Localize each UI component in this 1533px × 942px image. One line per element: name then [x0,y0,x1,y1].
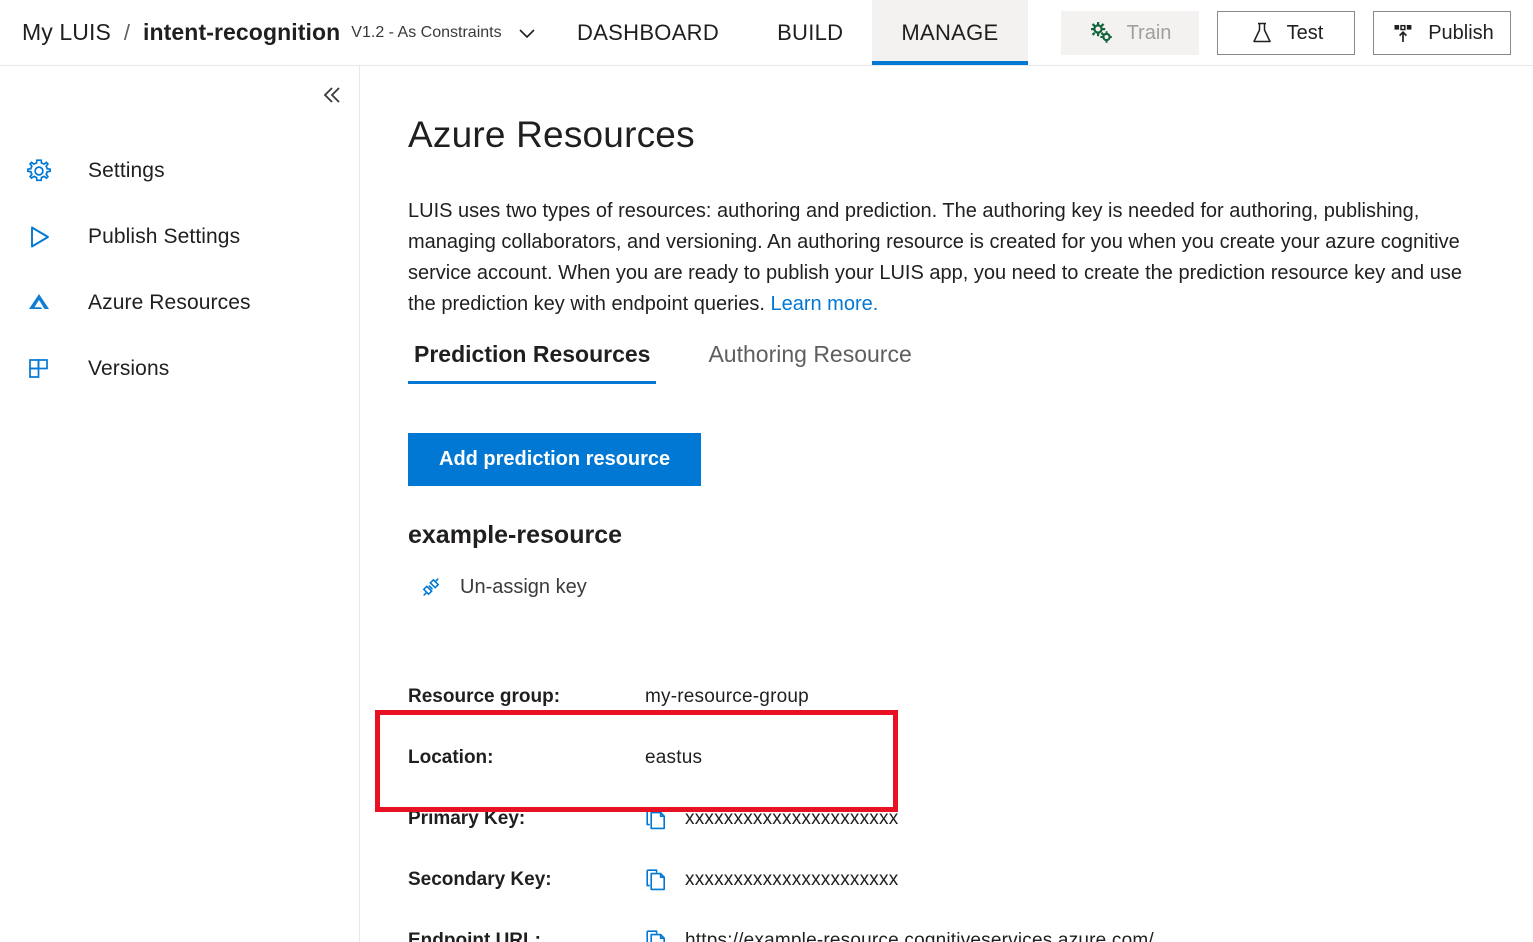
unassign-key-button[interactable]: Un-assign key [419,574,587,600]
sidebar-item-azure-resources[interactable]: Azure Resources [0,270,359,336]
detail-value: xxxxxxxxxxxxxxxxxxxxxx [645,867,898,893]
detail-value: eastus [645,747,702,769]
detail-row-resource-group: Resource group: my-resource-group [408,666,1408,727]
publish-upload-icon [1390,20,1416,46]
sidebar: Settings Publish Settings Azure Resource… [0,66,360,942]
detail-value: https://example-resource.cognitiveservic… [645,928,1154,942]
main-content: Azure Resources LUIS uses two types of r… [361,66,1533,942]
breadcrumb-root-link[interactable]: My LUIS [22,19,111,46]
copy-icon[interactable] [645,928,669,942]
gears-icon [1089,20,1115,46]
tab-dashboard[interactable]: DASHBOARD [548,0,748,65]
copy-icon[interactable] [645,867,669,893]
detail-label: Resource group: [408,685,561,707]
detail-row-location: Location: eastus [408,727,1408,788]
sidebar-item-label: Azure Resources [88,291,251,314]
resource-details-table: Resource group: my-resource-group Locati… [408,666,1408,942]
sidebar-item-label: Versions [88,357,170,380]
tab-build[interactable]: BUILD [748,0,872,65]
tab-prediction-resources[interactable]: Prediction Resources [408,340,657,384]
grid-panes-icon [24,354,54,384]
breadcrumb-app-name[interactable]: intent-recognition [143,19,340,46]
page-description-text: LUIS uses two types of resources: author… [408,200,1462,315]
train-button[interactable]: Train [1061,11,1199,55]
train-button-label: Train [1126,21,1172,44]
detail-value: xxxxxxxxxxxxxxxxxxxxxx [645,806,898,832]
detail-row-secondary-key: Secondary Key: xxxxxxxxxxxxxxxxxxxxxx [408,849,1408,910]
detail-row-endpoint-url: Endpoint URL: https://example-resource.c… [408,910,1408,942]
test-button-label: Test [1286,21,1324,44]
app-header: My LUIS / intent-recognition V1.2 - As C… [0,0,1533,66]
sidebar-nav: Settings Publish Settings Azure Resource… [0,138,359,402]
sidebar-item-settings[interactable]: Settings [0,138,359,204]
play-triangle-icon [24,222,54,252]
page-title: Azure Resources [408,114,695,155]
detail-label: Endpoint URL: [408,929,541,942]
detail-value-text: https://example-resource.cognitiveservic… [685,929,1154,942]
chevron-down-icon[interactable] [516,22,538,44]
gear-icon [24,156,54,186]
breadcrumb-separator: / [123,19,131,45]
sidebar-item-label: Settings [88,159,165,182]
flask-icon [1249,20,1275,46]
detail-value-text: xxxxxxxxxxxxxxxxxxxxxx [685,868,899,890]
detail-label: Secondary Key: [408,868,552,890]
sidebar-item-label: Publish Settings [88,225,241,248]
page-description: LUIS uses two types of resources: author… [408,196,1481,320]
tab-manage[interactable]: MANAGE [872,0,1028,65]
resource-name-heading: example-resource [408,521,623,549]
detail-value-text: eastus [645,746,703,768]
app-version-label: V1.2 - As Constraints [351,23,502,41]
learn-more-link[interactable]: Learn more. [770,293,878,315]
sidebar-item-publish-settings[interactable]: Publish Settings [0,204,359,270]
publish-button[interactable]: Publish [1373,11,1511,55]
header-actions: Train Test Publish [1061,11,1511,55]
detail-row-primary-key: Primary Key: xxxxxxxxxxxxxxxxxxxxxx [408,788,1408,849]
test-button[interactable]: Test [1217,11,1355,55]
tab-authoring-resource[interactable]: Authoring Resource [702,340,917,384]
detail-label: Primary Key: [408,807,526,829]
main-tab-bar: DASHBOARD BUILD MANAGE [548,0,1028,65]
unassign-key-label: Un-assign key [460,575,587,598]
detail-label: Location: [408,746,494,768]
add-prediction-resource-button[interactable]: Add prediction resource [408,433,702,486]
sidebar-item-versions[interactable]: Versions [0,336,359,402]
chevron-double-left-icon[interactable] [315,78,349,112]
detail-value: my-resource-group [645,686,809,708]
azure-logo-icon [24,288,54,318]
resource-tab-bar: Prediction Resources Authoring Resource [408,340,918,384]
detail-value-text: xxxxxxxxxxxxxxxxxxxxxx [685,807,899,829]
copy-icon[interactable] [645,806,669,832]
unplug-icon [419,574,443,600]
detail-value-text: my-resource-group [645,685,809,707]
breadcrumb: My LUIS / intent-recognition V1.2 - As C… [22,0,538,65]
publish-button-label: Publish [1428,21,1494,44]
